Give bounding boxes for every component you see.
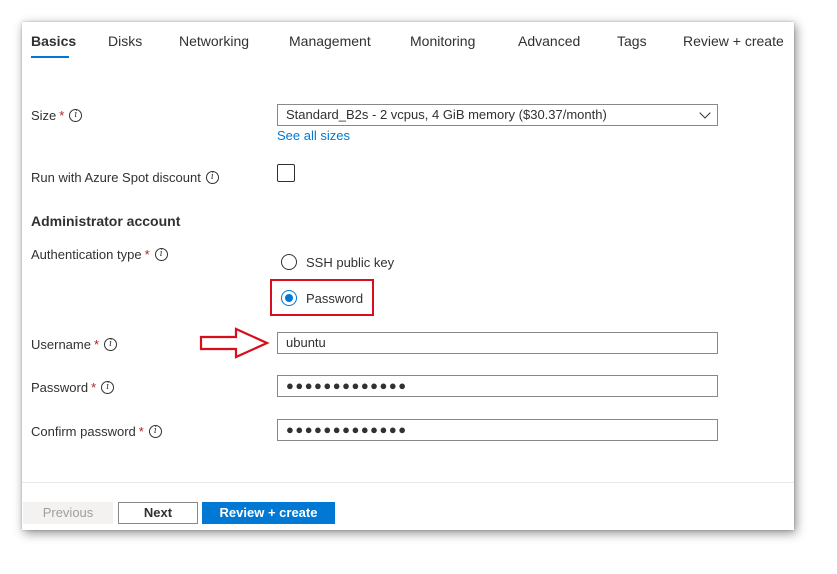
info-icon[interactable]: i xyxy=(154,248,168,261)
tab-active-indicator xyxy=(31,56,69,58)
radio-label-ssh: SSH public key xyxy=(306,254,395,270)
info-icon[interactable]: i xyxy=(69,109,83,122)
confirm-password-input[interactable]: ●●●●●●●●●●●●● xyxy=(277,419,718,441)
tab-bar: Basics Disks Networking Management Monit… xyxy=(22,22,794,66)
auth-type-label: Authentication type xyxy=(31,247,142,262)
tab-management[interactable]: Management xyxy=(289,33,371,49)
info-icon[interactable]: i xyxy=(205,171,219,184)
next-button[interactable]: Next xyxy=(118,502,198,524)
confirm-password-value: ●●●●●●●●●●●●● xyxy=(286,422,408,437)
username-label: Username xyxy=(31,337,91,352)
size-label: Size xyxy=(31,108,57,123)
arrow-right-icon xyxy=(199,327,270,359)
confirm-password-label-row: Confirm password * i xyxy=(31,424,162,439)
chevron-down-icon xyxy=(699,107,711,119)
username-input[interactable]: ubuntu xyxy=(277,332,718,354)
required-marker: * xyxy=(59,108,65,123)
tab-networking[interactable]: Networking xyxy=(179,33,249,49)
size-label-row: Size * i xyxy=(31,108,83,123)
username-value: ubuntu xyxy=(286,335,326,350)
size-dropdown-value: Standard_B2s - 2 vcpus, 4 GiB memory ($3… xyxy=(286,107,607,122)
see-all-sizes-link[interactable]: See all sizes xyxy=(277,128,350,143)
confirm-password-label: Confirm password xyxy=(31,424,136,439)
spot-label-row: Run with Azure Spot discount i xyxy=(31,170,219,185)
password-label: Password xyxy=(31,380,89,395)
annotation-highlight-box xyxy=(270,279,374,316)
required-marker: * xyxy=(93,337,100,352)
auth-type-label-row: Authentication type * i xyxy=(31,247,168,262)
radio-ssh-public-key[interactable]: SSH public key xyxy=(281,254,394,270)
previous-button[interactable]: Previous xyxy=(23,502,113,524)
radio-button[interactable] xyxy=(281,254,297,270)
vm-create-form: Basics Disks Networking Management Monit… xyxy=(22,22,794,530)
section-title-admin: Administrator account xyxy=(31,213,181,229)
review-create-button[interactable]: Review + create xyxy=(202,502,335,524)
size-dropdown[interactable]: Standard_B2s - 2 vcpus, 4 GiB memory ($3… xyxy=(277,104,718,126)
password-value: ●●●●●●●●●●●●● xyxy=(286,378,408,393)
tab-advanced[interactable]: Advanced xyxy=(518,33,580,49)
required-marker: * xyxy=(138,424,144,439)
info-icon[interactable]: i xyxy=(101,381,115,394)
username-label-row: Username * i xyxy=(31,337,118,352)
info-icon[interactable]: i xyxy=(148,425,162,438)
tab-disks[interactable]: Disks xyxy=(108,33,142,49)
spot-discount-checkbox[interactable] xyxy=(277,164,295,182)
required-marker: * xyxy=(91,380,97,395)
spot-label: Run with Azure Spot discount xyxy=(31,170,201,185)
tab-tags[interactable]: Tags xyxy=(617,33,647,49)
tab-review-create[interactable]: Review + create xyxy=(683,33,784,49)
tab-monitoring[interactable]: Monitoring xyxy=(410,33,475,49)
required-marker: * xyxy=(144,247,150,262)
footer-divider xyxy=(22,482,794,483)
password-label-row: Password * i xyxy=(31,380,115,395)
password-input[interactable]: ●●●●●●●●●●●●● xyxy=(277,375,718,397)
info-icon[interactable]: i xyxy=(104,338,118,351)
tab-basics[interactable]: Basics xyxy=(31,33,76,49)
